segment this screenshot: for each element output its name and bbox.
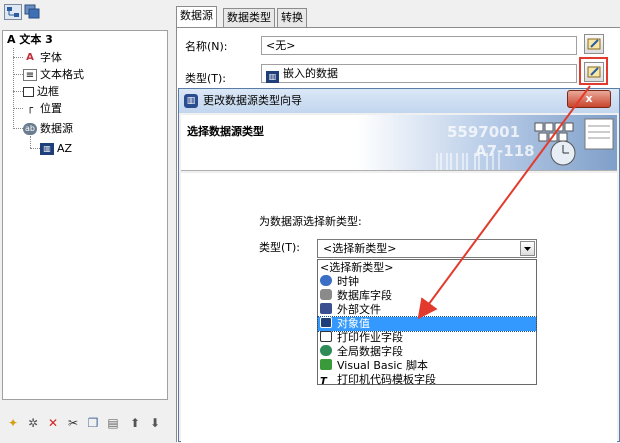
edit-icon	[587, 38, 601, 50]
data-source-icon: ab	[23, 123, 37, 135]
stack-view-icon[interactable]	[24, 4, 42, 20]
tab-data-type[interactable]: 数据类型	[223, 8, 275, 27]
print-job-icon	[320, 331, 332, 342]
option-database-field[interactable]: 数据库字段	[318, 289, 536, 303]
magic-wand-icon[interactable]: ✲	[26, 416, 40, 430]
tree-panel: A 文本 3 A 字体 ≡ 文本格式 边框 ┌ 位置 ab 数据源 ▥ AZ	[2, 30, 168, 400]
type-dropdown-list: <选择新类型> 时钟 数据库字段 外部文件 对象值 打印作业字段 全局数据字段 …	[317, 259, 537, 387]
tree-item-position[interactable]: ┌ 位置	[23, 101, 62, 117]
text-format-icon: ≡	[23, 69, 37, 81]
option-object-value[interactable]: 对象值	[317, 316, 537, 332]
change-data-source-wizard: ▥ 更改数据源类型向导 x 选择数据源类型 5597001 A7-118 为数据…	[178, 88, 620, 443]
wizard-prompt: 为数据源选择新类型:	[259, 215, 362, 228]
tree-item-border[interactable]: 边框	[23, 84, 59, 100]
name-field[interactable]: <无>	[261, 36, 577, 55]
tree-view-icon[interactable]	[4, 4, 22, 20]
paste-icon[interactable]: ▤	[106, 416, 120, 430]
external-file-icon	[320, 303, 332, 314]
option-select-new-type[interactable]: <选择新类型>	[318, 261, 536, 275]
printer-code-icon: T	[320, 376, 327, 387]
globe-icon	[320, 345, 332, 356]
wizard-header-title: 选择数据源类型	[187, 125, 264, 138]
border-icon	[23, 87, 34, 97]
tree-item-text-format[interactable]: ≡ 文本格式	[23, 67, 84, 83]
wizard-banner-image: 5597001 A7-118	[357, 115, 617, 170]
move-up-icon[interactable]: ⬆	[128, 416, 142, 430]
tree-item-font[interactable]: A 字体	[23, 50, 62, 66]
type-select[interactable]: <选择新类型>	[317, 239, 537, 258]
chevron-down-icon[interactable]	[520, 241, 535, 256]
object-value-icon	[320, 317, 332, 328]
wizard-app-icon: ▥	[184, 94, 198, 108]
font-icon: A	[26, 52, 34, 63]
edit-icon	[587, 66, 601, 78]
delete-icon[interactable]: ✕	[46, 416, 60, 430]
move-down-icon[interactable]: ⬇	[148, 416, 162, 430]
option-visual-basic-script[interactable]: Visual Basic 脚本	[318, 359, 536, 373]
option-print-job-field[interactable]: 打印作业字段	[318, 331, 536, 345]
option-clock[interactable]: 时钟	[318, 275, 536, 289]
bottom-toolbar: ✦ ✲ ✕ ✂ ❐ ▤ ⬆ ⬇	[0, 410, 172, 436]
vbscript-icon	[320, 359, 332, 370]
close-button[interactable]: x	[567, 90, 611, 108]
option-global-data-field[interactable]: 全局数据字段	[318, 345, 536, 359]
wizard-header: 选择数据源类型 5597001 A7-118	[181, 115, 617, 171]
left-toolbar	[0, 0, 172, 24]
clock-icon	[320, 275, 332, 286]
copy-icon[interactable]: ❐	[86, 416, 100, 430]
cut-icon[interactable]: ✂	[66, 416, 80, 430]
type-edit-button[interactable]	[584, 62, 604, 82]
option-external-file[interactable]: 外部文件	[318, 303, 536, 317]
tab-transform[interactable]: 转换	[277, 8, 307, 27]
tab-data-source[interactable]: 数据源	[176, 6, 217, 28]
tree-root[interactable]: A 文本 3	[7, 32, 53, 48]
wizard-type-label: 类型(T):	[259, 241, 301, 254]
position-icon: ┌	[26, 103, 34, 114]
type-field[interactable]: ▥ 嵌入的数据	[261, 64, 577, 83]
left-panel: A 文本 3 A 字体 ≡ 文本格式 边框 ┌ 位置 ab 数据源 ▥ AZ ✦ ✲	[0, 0, 172, 442]
tree-item-data-source[interactable]: ab 数据源	[23, 121, 73, 137]
option-printer-code-template-field[interactable]: T 打印机代码模板字段	[318, 373, 536, 387]
type-label: 类型(T):	[185, 72, 227, 85]
database-icon	[320, 289, 332, 300]
name-edit-button[interactable]	[584, 34, 604, 54]
embedded-data-icon: ▥	[266, 71, 279, 83]
embedded-data-icon: ▥	[40, 143, 54, 155]
new-icon[interactable]: ✦	[6, 416, 20, 430]
name-label: 名称(N):	[185, 40, 228, 53]
wizard-title-bar[interactable]: ▥ 更改数据源类型向导 x	[179, 89, 619, 113]
tree-item-az[interactable]: ▥ AZ	[40, 141, 72, 157]
